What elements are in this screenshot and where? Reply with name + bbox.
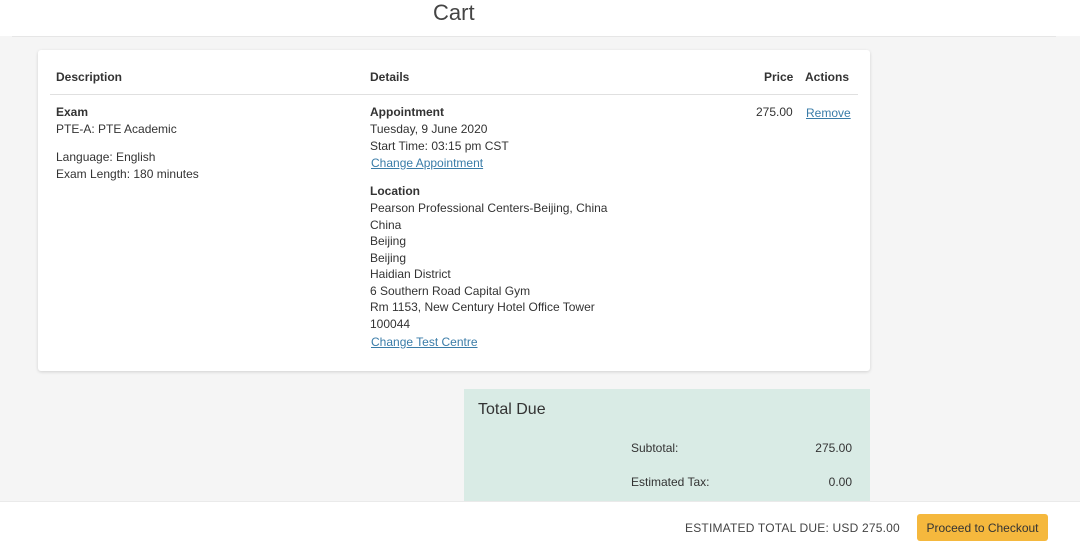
table-header-divider [50,94,858,95]
appointment-start-time: Start Time: 03:15 pm CST [370,139,509,153]
column-header-description: Description [56,70,123,84]
checkout-footer: ESTIMATED TOTAL DUE: USD 275.00 Proceed … [0,501,1080,548]
exam-name: PTE-A: PTE Academic [56,122,177,136]
remove-item-link[interactable]: Remove [806,105,851,122]
estimated-total-due: ESTIMATED TOTAL DUE: USD 275.00 [685,521,900,535]
location-line: China [370,217,402,232]
column-header-details: Details [370,70,410,84]
location-line: 6 Southern Road Capital Gym [370,283,531,298]
appointment-label: Appointment [370,105,444,119]
item-price: 275.00 [756,105,793,119]
subtotal-label: Subtotal: [631,441,679,455]
exam-language: Language: English [56,150,156,164]
subtotal-value: 275.00 [815,441,852,455]
location-label: Location [370,184,420,198]
change-test-centre-link[interactable]: Change Test Centre [371,334,478,351]
page-title: Cart [433,0,475,25]
total-due-title: Total Due [478,401,546,418]
column-header-actions: Actions [805,70,850,84]
location-line: 100044 [370,316,411,331]
column-header-price: Price [764,70,794,84]
location-line: Beijing [370,234,407,248]
location-line: Beijing [370,250,407,265]
proceed-to-checkout-button[interactable]: Proceed to Checkout [917,514,1048,541]
header-divider [12,36,1056,37]
estimated-tax-label: Estimated Tax: [631,475,710,489]
location-line: Haidian District [370,267,451,281]
location-line: Pearson Professional Centers-Beijing, Ch… [370,201,608,215]
exam-label: Exam [56,105,89,119]
cart-items-card: Description Details Price Actions Exam P… [38,50,870,371]
exam-length: Exam Length: 180 minutes [56,167,199,181]
appointment-date: Tuesday, 9 June 2020 [370,122,488,136]
total-due-panel: Total Due Subtotal: 275.00 Estimated Tax… [464,389,870,501]
estimated-tax-value: 0.00 [828,475,852,489]
location-line: Rm 1153, New Century Hotel Office Tower [370,300,595,314]
change-appointment-link[interactable]: Change Appointment [371,155,483,172]
top-bar: Cart [0,0,1080,36]
